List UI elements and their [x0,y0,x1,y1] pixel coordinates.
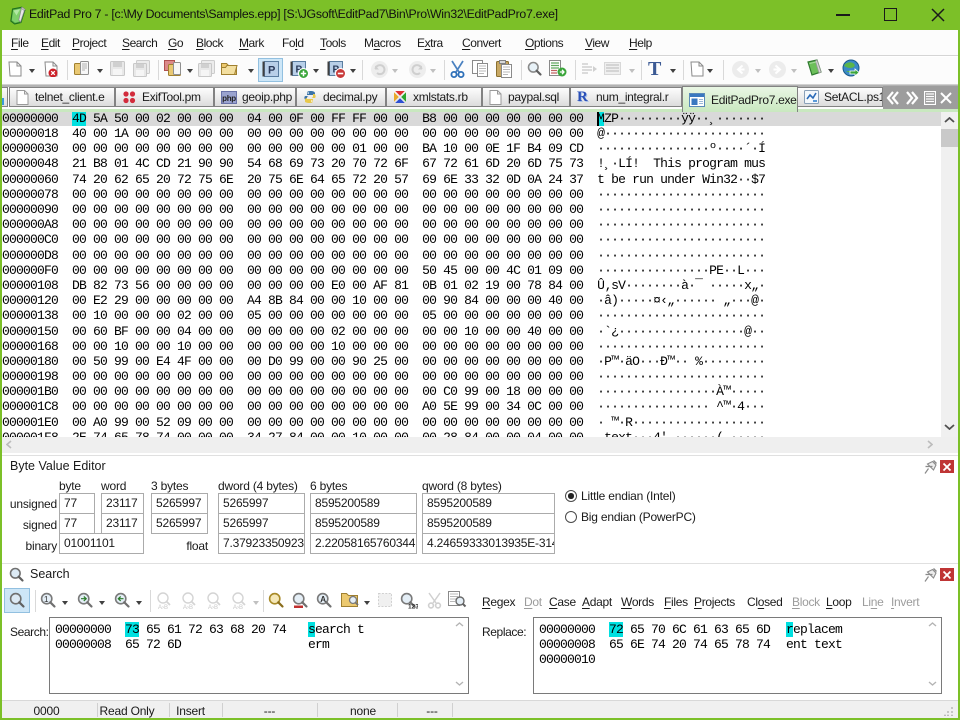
svg-text:123: 123 [408,604,418,611]
svg-text:A›B: A›B [158,605,168,610]
svg-text:P: P [268,65,275,77]
svg-text:A›B: A›B [183,605,193,610]
svg-text:1: 1 [44,595,49,604]
svg-text:A›B: A›B [208,605,218,610]
svg-text:A: A [320,595,326,604]
svg-text:A›B: A›B [233,605,243,610]
